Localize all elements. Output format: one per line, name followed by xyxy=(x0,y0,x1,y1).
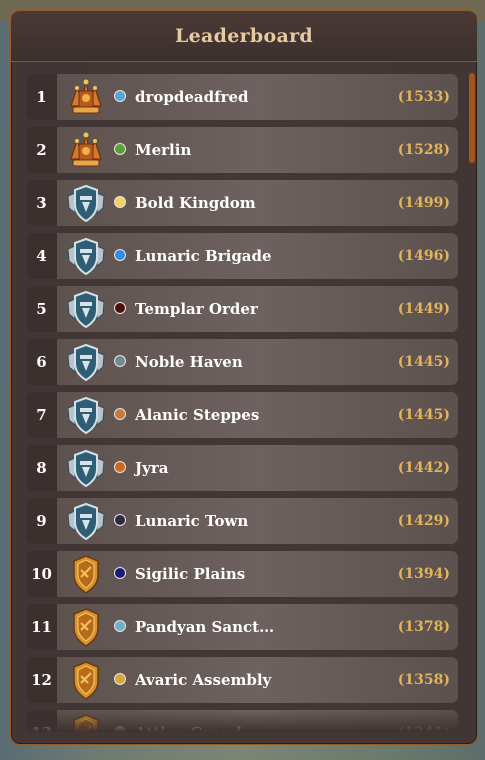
winged-shield-icon xyxy=(65,182,107,224)
player-name: Lunaric Brigade xyxy=(135,247,272,265)
color-dot xyxy=(114,355,126,367)
gold-shield-icon xyxy=(65,659,107,701)
entry-cell: Jyra (1442) xyxy=(57,445,458,491)
rank-number: 6 xyxy=(26,339,57,385)
color-dot xyxy=(114,196,126,208)
leaderboard-row[interactable]: 1 dropdeadfred (1533) xyxy=(26,74,458,120)
player-name: Jyra xyxy=(135,459,169,477)
player-name: Merlin xyxy=(135,141,192,159)
entry-cell: Lunaric Brigade (1496) xyxy=(57,233,458,279)
leaderboard-title: Leaderboard xyxy=(174,25,313,47)
player-name: Lunaric Town xyxy=(135,512,249,530)
winged-shield-icon xyxy=(65,341,107,383)
leaderboard-row[interactable]: 4 Lunaric Brigade (1496) xyxy=(26,233,458,279)
rank-number: 1 xyxy=(26,74,57,120)
entry-cell: Templar Order (1449) xyxy=(57,286,458,332)
leaderboard-row[interactable]: 10 Sigilic Plains (1394) xyxy=(26,551,458,597)
leaderboard-row[interactable]: 7 Alanic Steppes (1445) xyxy=(26,392,458,438)
player-score: (1358) xyxy=(397,672,450,688)
crown-icon xyxy=(65,129,107,171)
rank-number: 3 xyxy=(26,180,57,226)
player-score: (1394) xyxy=(397,566,450,582)
rank-number: 5 xyxy=(26,286,57,332)
color-dot xyxy=(114,461,126,473)
player-name: Templar Order xyxy=(135,300,258,318)
color-dot xyxy=(114,408,126,420)
rank-number: 11 xyxy=(26,604,57,650)
player-score: (1445) xyxy=(397,407,450,423)
player-name: Alanic Steppes xyxy=(135,406,260,424)
crown-icon xyxy=(65,76,107,118)
player-name: dropdeadfred xyxy=(135,88,249,106)
color-dot xyxy=(114,620,126,632)
player-name: Avaric Assembly xyxy=(135,671,272,689)
color-dot xyxy=(114,673,126,685)
rank-number: 10 xyxy=(26,551,57,597)
leaderboard-header: Leaderboard xyxy=(11,11,477,62)
color-dot xyxy=(114,249,126,261)
winged-shield-icon xyxy=(65,500,107,542)
player-name: Pandyan Sanct… xyxy=(135,618,275,636)
entry-cell: Sigilic Plains (1394) xyxy=(57,551,458,597)
color-dot xyxy=(114,90,126,102)
player-name: Sigilic Plains xyxy=(135,565,246,583)
leaderboard-row[interactable]: 8 Jyra (1442) xyxy=(26,445,458,491)
leaderboard-row[interactable]: 2 Merlin (1528) xyxy=(26,127,458,173)
player-score: (1429) xyxy=(397,513,450,529)
player-score: (1528) xyxy=(397,142,450,158)
entry-cell: Avaric Assembly (1358) xyxy=(57,657,458,703)
entry-cell: Alanic Steppes (1445) xyxy=(57,392,458,438)
rank-number: 9 xyxy=(26,498,57,544)
color-dot xyxy=(114,302,126,314)
winged-shield-icon xyxy=(65,394,107,436)
gold-shield-icon xyxy=(65,553,107,595)
leaderboard-list[interactable]: 1 dropdeadfred (1533) 2 Merlin (1528) 3 Bold Ki… xyxy=(26,74,458,732)
winged-shield-icon xyxy=(65,235,107,277)
player-score: (1449) xyxy=(397,301,450,317)
player-score: (1445) xyxy=(397,354,450,370)
leaderboard-row[interactable]: 11 Pandyan Sanct… (1378) xyxy=(26,604,458,650)
rank-number: 4 xyxy=(26,233,57,279)
leaderboard-row[interactable]: 3 Bold Kingdom (1499) xyxy=(26,180,458,226)
player-score: (1378) xyxy=(397,619,450,635)
rank-number: 2 xyxy=(26,127,57,173)
leaderboard-row[interactable]: 12 Avaric Assembly (1358) xyxy=(26,657,458,703)
rank-number: 7 xyxy=(26,392,57,438)
color-dot xyxy=(114,143,126,155)
leaderboard-row[interactable]: 9 Lunaric Town (1429) xyxy=(26,498,458,544)
winged-shield-icon xyxy=(65,288,107,330)
gold-shield-icon xyxy=(65,606,107,648)
list-fade-overlay xyxy=(26,710,458,732)
color-dot xyxy=(114,514,126,526)
scrollbar[interactable] xyxy=(469,73,475,735)
player-score: (1533) xyxy=(397,89,450,105)
player-name: Noble Haven xyxy=(135,353,243,371)
leaderboard-panel: Leaderboard 1 dropdeadfred (1533) 2 Merlin (1… xyxy=(10,10,478,745)
player-score: (1496) xyxy=(397,248,450,264)
leaderboard-row[interactable]: 6 Noble Haven (1445) xyxy=(26,339,458,385)
entry-cell: dropdeadfred (1533) xyxy=(57,74,458,120)
scrollbar-thumb[interactable] xyxy=(469,73,475,163)
player-score: (1442) xyxy=(397,460,450,476)
rank-number: 12 xyxy=(26,657,57,703)
rank-number: 8 xyxy=(26,445,57,491)
player-name: Bold Kingdom xyxy=(135,194,256,212)
entry-cell: Noble Haven (1445) xyxy=(57,339,458,385)
player-score: (1499) xyxy=(397,195,450,211)
entry-cell: Bold Kingdom (1499) xyxy=(57,180,458,226)
entry-cell: Pandyan Sanct… (1378) xyxy=(57,604,458,650)
color-dot xyxy=(114,567,126,579)
leaderboard-row[interactable]: 5 Templar Order (1449) xyxy=(26,286,458,332)
entry-cell: Merlin (1528) xyxy=(57,127,458,173)
winged-shield-icon xyxy=(65,447,107,489)
entry-cell: Lunaric Town (1429) xyxy=(57,498,458,544)
